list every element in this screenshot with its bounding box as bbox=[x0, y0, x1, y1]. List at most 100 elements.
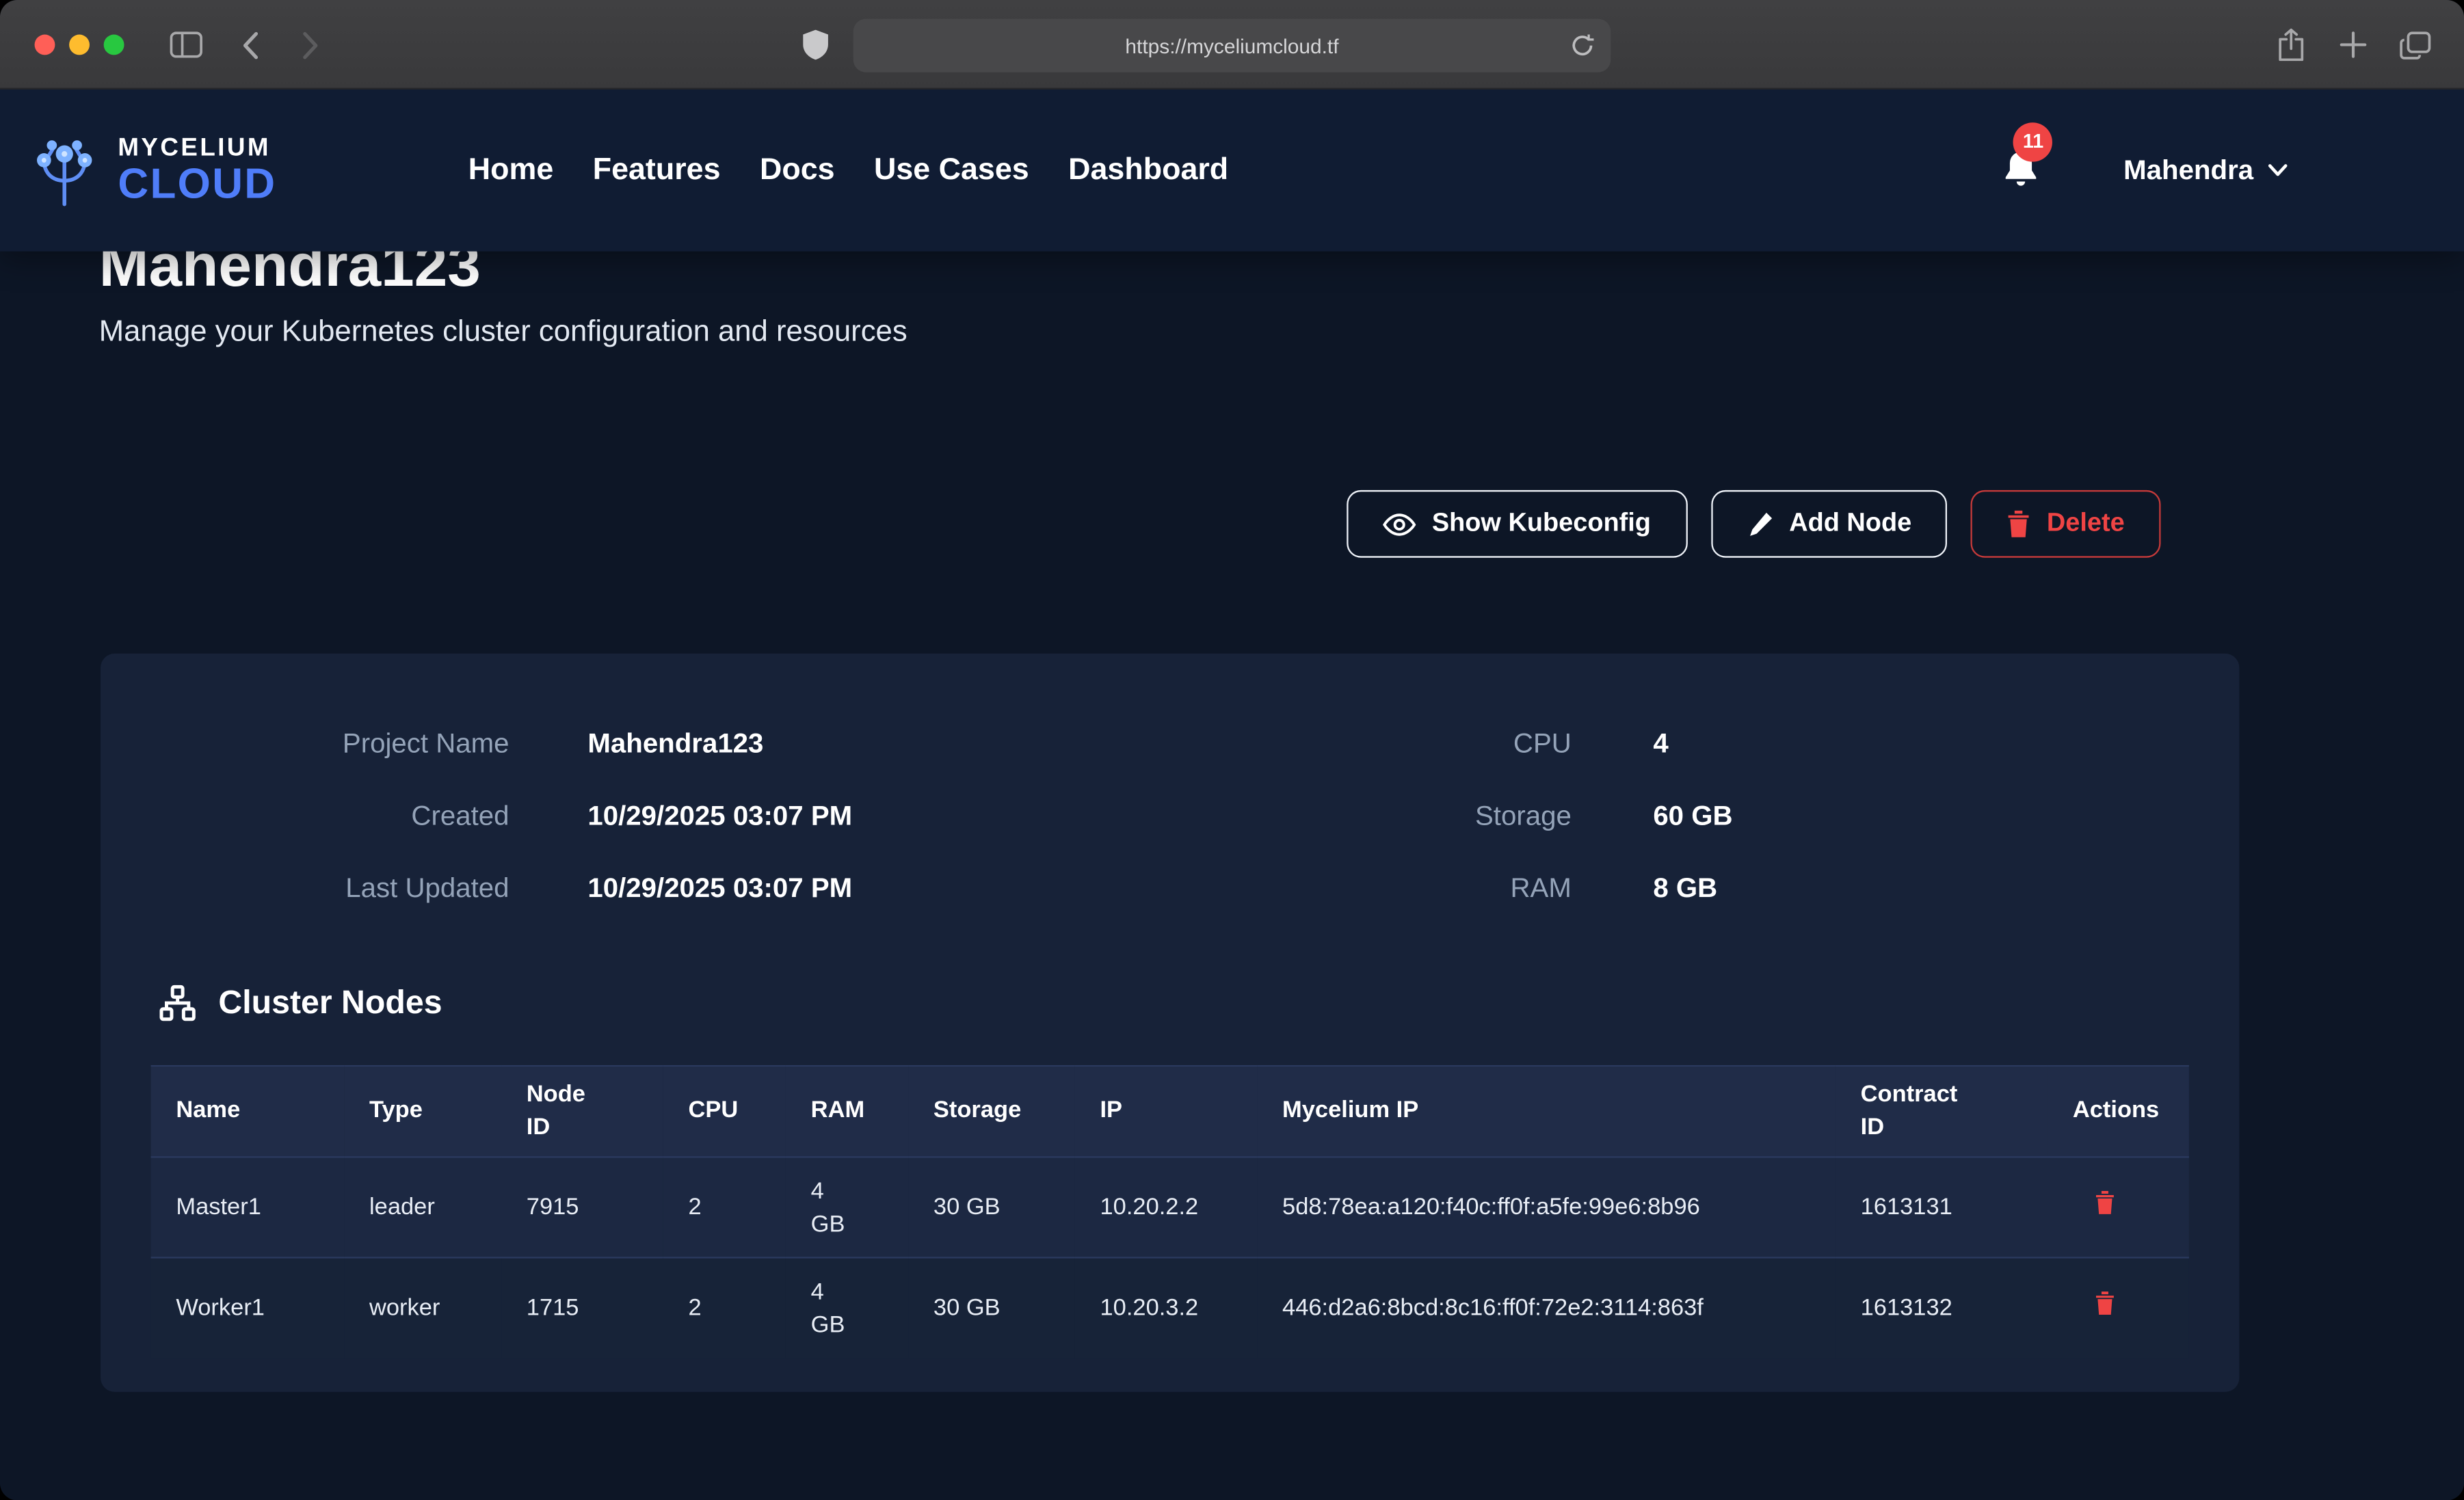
cell-ip: 10.20.3.2 bbox=[1075, 1257, 1258, 1358]
site-navbar: MYCELIUM CLOUD Home Features Docs Use Ca… bbox=[0, 90, 2464, 252]
logo[interactable]: MYCELIUM CLOUD bbox=[23, 133, 276, 208]
browser-toolbar: https://myceliumcloud.tf bbox=[0, 0, 2464, 90]
ram-label: RAM bbox=[1351, 871, 1572, 904]
cell-node-id: 7915 bbox=[501, 1157, 663, 1257]
nav-item-home[interactable]: Home bbox=[468, 152, 554, 189]
table-row: Worker1 worker 1715 2 4 GB 30 GB 10.20.3… bbox=[151, 1257, 2189, 1358]
logo-word-cloud: CLOUD bbox=[118, 163, 276, 205]
col-node-id: Node ID bbox=[501, 1066, 663, 1157]
cell-name: Worker1 bbox=[151, 1257, 345, 1358]
new-tab-icon[interactable] bbox=[2340, 0, 2366, 90]
user-name: Mahendra bbox=[2123, 154, 2253, 187]
cell-type: leader bbox=[344, 1157, 501, 1257]
eye-icon bbox=[1383, 511, 1416, 537]
cell-cpu: 2 bbox=[663, 1157, 786, 1257]
table-row: Master1 leader 7915 2 4 GB 30 GB 10.20.2… bbox=[151, 1157, 2189, 1257]
info-row: Created 10/29/2025 03:07 PM bbox=[101, 779, 852, 852]
cluster-info-right: CPU 4 Storage 60 GB RAM 8 GB bbox=[1351, 707, 1732, 924]
page-content: Mahendra123 Manage your Kubernetes clust… bbox=[0, 90, 2464, 1500]
delete-cluster-button[interactable]: Delete bbox=[1972, 490, 2161, 558]
cluster-nodes-title: Cluster Nodes bbox=[218, 985, 442, 1023]
cell-storage: 30 GB bbox=[908, 1157, 1075, 1257]
sidebar-toggle-icon[interactable] bbox=[170, 0, 202, 90]
show-kubeconfig-label: Show Kubeconfig bbox=[1432, 509, 1651, 539]
col-actions: Actions bbox=[2048, 1066, 2189, 1157]
forward-button-icon[interactable] bbox=[302, 0, 319, 90]
pencil-icon bbox=[1747, 511, 1773, 537]
notification-badge: 11 bbox=[2013, 122, 2052, 161]
show-kubeconfig-button[interactable]: Show Kubeconfig bbox=[1347, 490, 1687, 558]
privacy-shield-icon[interactable] bbox=[803, 0, 828, 90]
reload-icon[interactable] bbox=[1570, 31, 1595, 59]
close-window-button[interactable] bbox=[35, 35, 55, 55]
mycelium-logo-icon bbox=[23, 133, 105, 208]
cell-storage: 30 GB bbox=[908, 1257, 1075, 1358]
share-icon[interactable] bbox=[2277, 0, 2305, 90]
cell-actions bbox=[2048, 1157, 2189, 1257]
nav-item-docs[interactable]: Docs bbox=[760, 152, 835, 189]
delete-node-icon[interactable] bbox=[2095, 1191, 2115, 1214]
add-node-button[interactable]: Add Node bbox=[1710, 490, 1948, 558]
page-subtitle: Manage your Kubernetes cluster configura… bbox=[99, 316, 908, 351]
cell-ram: 4 GB bbox=[786, 1157, 908, 1257]
zoom-window-button[interactable] bbox=[104, 35, 124, 55]
address-bar[interactable]: https://myceliumcloud.tf bbox=[853, 19, 1611, 72]
cell-name: Master1 bbox=[151, 1157, 345, 1257]
project-name-label: Project Name bbox=[101, 727, 509, 760]
cluster-info-left: Project Name Mahendra123 Created 10/29/2… bbox=[101, 707, 852, 924]
scaled-viewport: https://myceliumcloud.tf bbox=[0, 0, 2464, 1500]
cell-ip: 10.20.2.2 bbox=[1075, 1157, 1258, 1257]
cluster-nodes-header: Cluster Nodes bbox=[157, 983, 442, 1024]
add-node-label: Add Node bbox=[1789, 509, 1911, 539]
col-cpu: CPU bbox=[663, 1066, 786, 1157]
cell-ram: 4 GB bbox=[786, 1257, 908, 1358]
cell-type: worker bbox=[344, 1257, 501, 1358]
storage-label: Storage bbox=[1351, 799, 1572, 831]
cell-cpu: 2 bbox=[663, 1257, 786, 1358]
last-updated-label: Last Updated bbox=[101, 871, 509, 904]
chevron-down-icon bbox=[2268, 163, 2288, 178]
minimize-window-button[interactable] bbox=[69, 35, 90, 55]
cluster-nodes-icon bbox=[157, 983, 198, 1024]
delete-label: Delete bbox=[2047, 509, 2125, 539]
logo-text: MYCELIUM CLOUD bbox=[118, 136, 276, 205]
cpu-label: CPU bbox=[1351, 727, 1572, 760]
info-row: Project Name Mahendra123 bbox=[101, 707, 852, 779]
project-name-value: Mahendra123 bbox=[587, 727, 763, 760]
cluster-details-card: Project Name Mahendra123 Created 10/29/2… bbox=[101, 654, 2239, 1392]
cell-node-id: 1715 bbox=[501, 1257, 663, 1358]
info-row: Last Updated 10/29/2025 03:07 PM bbox=[101, 851, 852, 924]
info-row: RAM 8 GB bbox=[1351, 851, 1732, 924]
ram-value: 8 GB bbox=[1653, 871, 1717, 904]
logo-word-mycelium: MYCELIUM bbox=[118, 136, 276, 161]
user-menu[interactable]: Mahendra bbox=[2123, 154, 2288, 187]
nav-item-features[interactable]: Features bbox=[593, 152, 721, 189]
cluster-actions-row: Show Kubeconfig Add Node bbox=[1347, 490, 2161, 558]
col-name: Name bbox=[151, 1066, 345, 1157]
nav-links: Home Features Docs Use Cases Dashboard bbox=[468, 152, 1228, 189]
info-row: CPU 4 bbox=[1351, 707, 1732, 779]
web-page: Mahendra123 Manage your Kubernetes clust… bbox=[0, 90, 2464, 1500]
cpu-value: 4 bbox=[1653, 727, 1668, 760]
tab-overview-icon[interactable] bbox=[2400, 0, 2431, 90]
trash-icon bbox=[2007, 511, 2030, 537]
info-row: Storage 60 GB bbox=[1351, 779, 1732, 852]
url-text: https://myceliumcloud.tf bbox=[1125, 34, 1338, 57]
created-value: 10/29/2025 03:07 PM bbox=[587, 799, 852, 831]
back-button-icon[interactable] bbox=[242, 0, 259, 90]
col-ip: IP bbox=[1075, 1066, 1258, 1157]
table-header-row: Name Type Node ID CPU RAM Storage IP Myc… bbox=[151, 1066, 2189, 1157]
cell-mycelium-ip: 5d8:78ea:a120:f40c:ff0f:a5fe:99e6:8b96 bbox=[1257, 1157, 1836, 1257]
cluster-nodes-table: Name Type Node ID CPU RAM Storage IP Myc… bbox=[151, 1065, 2189, 1358]
nav-item-dashboard[interactable]: Dashboard bbox=[1068, 152, 1228, 189]
nav-item-use-cases[interactable]: Use Cases bbox=[874, 152, 1029, 189]
nav-right: 11 Mahendra bbox=[2001, 147, 2288, 194]
cell-mycelium-ip: 446:d2a6:8bcd:8c16:ff0f:72e2:3114:863f bbox=[1257, 1257, 1836, 1358]
col-type: Type bbox=[344, 1066, 501, 1157]
delete-node-icon[interactable] bbox=[2095, 1291, 2115, 1315]
cell-contract-id: 1613132 bbox=[1836, 1257, 2048, 1358]
browser-window: https://myceliumcloud.tf bbox=[0, 0, 2464, 1500]
cell-actions bbox=[2048, 1257, 2189, 1358]
notifications-button[interactable]: 11 bbox=[2001, 147, 2045, 194]
col-storage: Storage bbox=[908, 1066, 1075, 1157]
